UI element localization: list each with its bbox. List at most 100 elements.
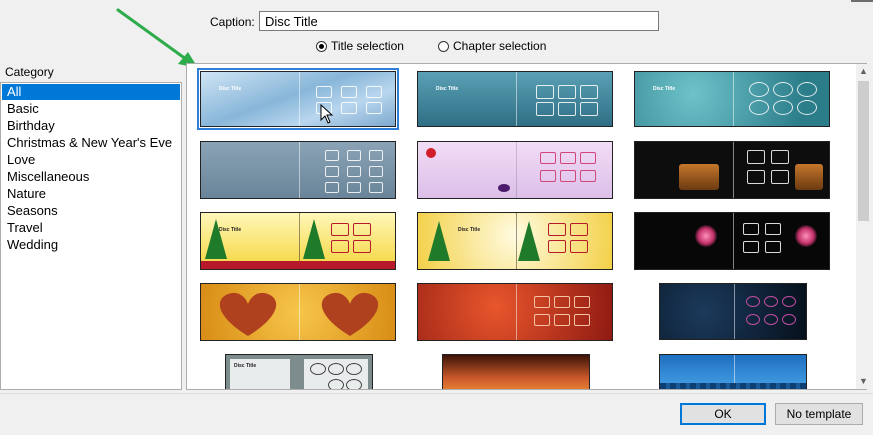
chapter-frame <box>765 223 781 235</box>
window-frame-corner <box>851 0 873 2</box>
balloon-icon <box>426 148 436 158</box>
chapter-frame <box>749 100 769 115</box>
template-thumb-dark-blue-swirl[interactable] <box>659 283 807 340</box>
scroll-up-icon[interactable]: ▲ <box>856 64 871 79</box>
chapter-frame <box>369 182 383 193</box>
chapter-frame <box>347 166 361 177</box>
chapter-frame <box>747 150 765 164</box>
caption-label: Caption: <box>210 15 255 29</box>
template-thumb-christmas-yellow[interactable]: Disc Title <box>200 212 396 270</box>
thumb-divider <box>299 72 300 126</box>
chapter-frame <box>560 152 576 164</box>
template-thumb-fireworks-dark[interactable] <box>634 212 830 270</box>
chapter-frame <box>366 86 382 98</box>
chapter-selection-radio[interactable]: Chapter selection <box>438 39 546 53</box>
category-item-all[interactable]: All <box>2 84 180 100</box>
chapter-frame <box>534 296 550 308</box>
chapter-frame <box>574 314 590 326</box>
thumb-divider <box>516 284 517 340</box>
chapter-frame <box>558 102 576 116</box>
thumb-disc-title: Disc Title <box>436 86 459 92</box>
cake-icon <box>795 164 823 190</box>
template-thumb-grey-frames[interactable]: Disc Title <box>225 354 373 389</box>
christmas-tree-icon <box>205 219 227 259</box>
template-thumb-sunset[interactable] <box>442 354 590 389</box>
template-thumb-blue-waves[interactable]: Disc Title <box>197 68 399 130</box>
chapter-frame <box>746 296 760 307</box>
category-item-nature[interactable]: Nature <box>2 186 180 202</box>
thumb-divider <box>516 72 517 126</box>
title-selection-radio[interactable]: Title selection <box>316 39 404 53</box>
chapter-frame <box>558 85 576 99</box>
category-item-love[interactable]: Love <box>2 152 180 168</box>
window-top-edge <box>0 0 873 4</box>
category-item-wedding[interactable]: Wedding <box>2 237 180 253</box>
radio-dot-checked[interactable] <box>316 40 327 52</box>
chapter-frame <box>316 86 332 98</box>
thumb-divider <box>299 142 300 198</box>
thumb-disc-title: Disc Title <box>458 227 481 233</box>
template-grid: Disc Title Disc Title Disc Title Disc Ti… <box>186 63 867 390</box>
category-list[interactable]: All Basic Birthday Christmas & New Year'… <box>0 82 182 390</box>
chapter-frame <box>328 363 344 375</box>
category-item-birthday[interactable]: Birthday <box>2 118 180 134</box>
template-thumb-gold-hearts[interactable] <box>200 283 396 341</box>
category-item-travel[interactable]: Travel <box>2 220 180 236</box>
chapter-frame <box>747 170 765 184</box>
mouse-cursor-icon <box>320 104 334 124</box>
chapter-frame <box>325 166 339 177</box>
chapter-frame <box>554 314 570 326</box>
ribbon-strip <box>201 261 395 269</box>
chapter-frame <box>743 223 759 235</box>
chapter-frame <box>346 379 362 389</box>
chapter-frame <box>570 240 588 253</box>
no-template-button[interactable]: No template <box>775 403 863 425</box>
chapter-frame <box>331 223 349 236</box>
template-thumb-teal-frame[interactable]: Disc Title <box>417 71 613 127</box>
template-thumb-red-hearts[interactable] <box>417 283 613 341</box>
scroll-down-icon[interactable]: ▼ <box>856 374 871 389</box>
chapter-frame <box>536 85 554 99</box>
category-item-miscellaneous[interactable]: Miscellaneous <box>2 169 180 185</box>
caption-input[interactable] <box>259 11 659 31</box>
template-thumb-grey-blue[interactable] <box>200 141 396 199</box>
chapter-frame <box>743 241 759 253</box>
template-thumb-city-blue[interactable] <box>659 354 807 389</box>
chapter-frame <box>347 150 361 161</box>
chapter-frame <box>366 102 382 114</box>
category-item-basic[interactable]: Basic <box>2 101 180 117</box>
template-thumb-teal-ovals[interactable]: Disc Title <box>634 71 830 127</box>
chapter-frame <box>328 379 344 389</box>
radio-dot-unchecked[interactable] <box>438 40 449 52</box>
chapter-frame <box>746 314 760 325</box>
chapter-frame <box>782 296 796 307</box>
vertical-scrollbar[interactable]: ▲ ▼ <box>856 64 871 389</box>
category-item-christmas[interactable]: Christmas & New Year's Eve <box>2 135 180 151</box>
chapter-frame <box>534 314 550 326</box>
christmas-tree-icon <box>518 221 540 261</box>
chapter-frame <box>540 170 556 182</box>
thumb-divider <box>516 142 517 198</box>
chapter-frame <box>554 296 570 308</box>
ok-button[interactable]: OK <box>680 403 766 425</box>
firework-icon <box>795 225 817 247</box>
category-item-seasons[interactable]: Seasons <box>2 203 180 219</box>
chapter-frame <box>310 363 326 375</box>
thumb-divider <box>733 72 734 126</box>
firework-icon <box>695 225 717 247</box>
chapter-frame <box>341 102 357 114</box>
thumb-divider <box>734 284 735 339</box>
chapter-frame <box>797 82 817 97</box>
chapter-frame <box>536 102 554 116</box>
template-thumb-birthday-cake[interactable] <box>634 141 830 199</box>
thumb-divider <box>299 284 300 340</box>
chapter-frame <box>331 240 349 253</box>
template-thumb-christmas-yellow-2[interactable]: Disc Title <box>417 212 613 270</box>
chapter-selection-label: Chapter selection <box>453 39 547 53</box>
chapter-frame <box>773 82 793 97</box>
scrollbar-thumb[interactable] <box>858 81 869 221</box>
template-thumb-party-lilac[interactable] <box>417 141 613 199</box>
chapter-frame <box>764 314 778 325</box>
heart-icon <box>219 292 277 336</box>
chapter-frame <box>570 223 588 236</box>
